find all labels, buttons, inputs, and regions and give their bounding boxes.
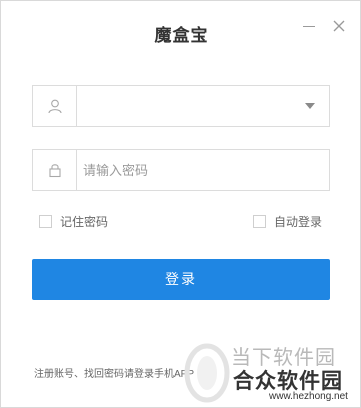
- password-input[interactable]: [77, 150, 299, 190]
- username-field[interactable]: [32, 85, 330, 127]
- auto-login-checkbox[interactable]: 自动登录: [253, 213, 322, 230]
- remember-password-label: 记住密码: [60, 215, 109, 229]
- login-button[interactable]: 登录: [32, 259, 330, 300]
- close-button[interactable]: [328, 15, 350, 37]
- username-input[interactable]: [77, 86, 299, 126]
- watermark-url: www.hezhong.net: [269, 391, 348, 402]
- minimize-icon: [303, 26, 315, 27]
- user-icon: [47, 99, 62, 114]
- dropdown-arrow-icon[interactable]: [305, 103, 315, 109]
- username-icon-cell: [33, 86, 77, 126]
- login-window: 魔盒宝 记住密码 自动登录 登录 注册账号、找回密码请登录手机APP 当下软件园…: [0, 0, 361, 408]
- minimize-button[interactable]: [298, 15, 320, 37]
- password-icon-cell: [33, 150, 77, 190]
- watermark: 当下软件园 合众软件园 www.hezhong.net: [183, 339, 361, 407]
- remember-password-checkbox[interactable]: 记住密码: [39, 213, 108, 230]
- footer-note: 注册账号、找回密码请登录手机APP: [34, 369, 195, 380]
- auto-login-box[interactable]: [253, 215, 266, 228]
- remember-password-box[interactable]: [39, 215, 52, 228]
- password-field[interactable]: [32, 149, 330, 191]
- close-icon: [333, 20, 345, 32]
- lock-icon: [48, 164, 61, 178]
- watermark-logo-icon: [184, 343, 230, 403]
- auto-login-label: 自动登录: [274, 215, 323, 229]
